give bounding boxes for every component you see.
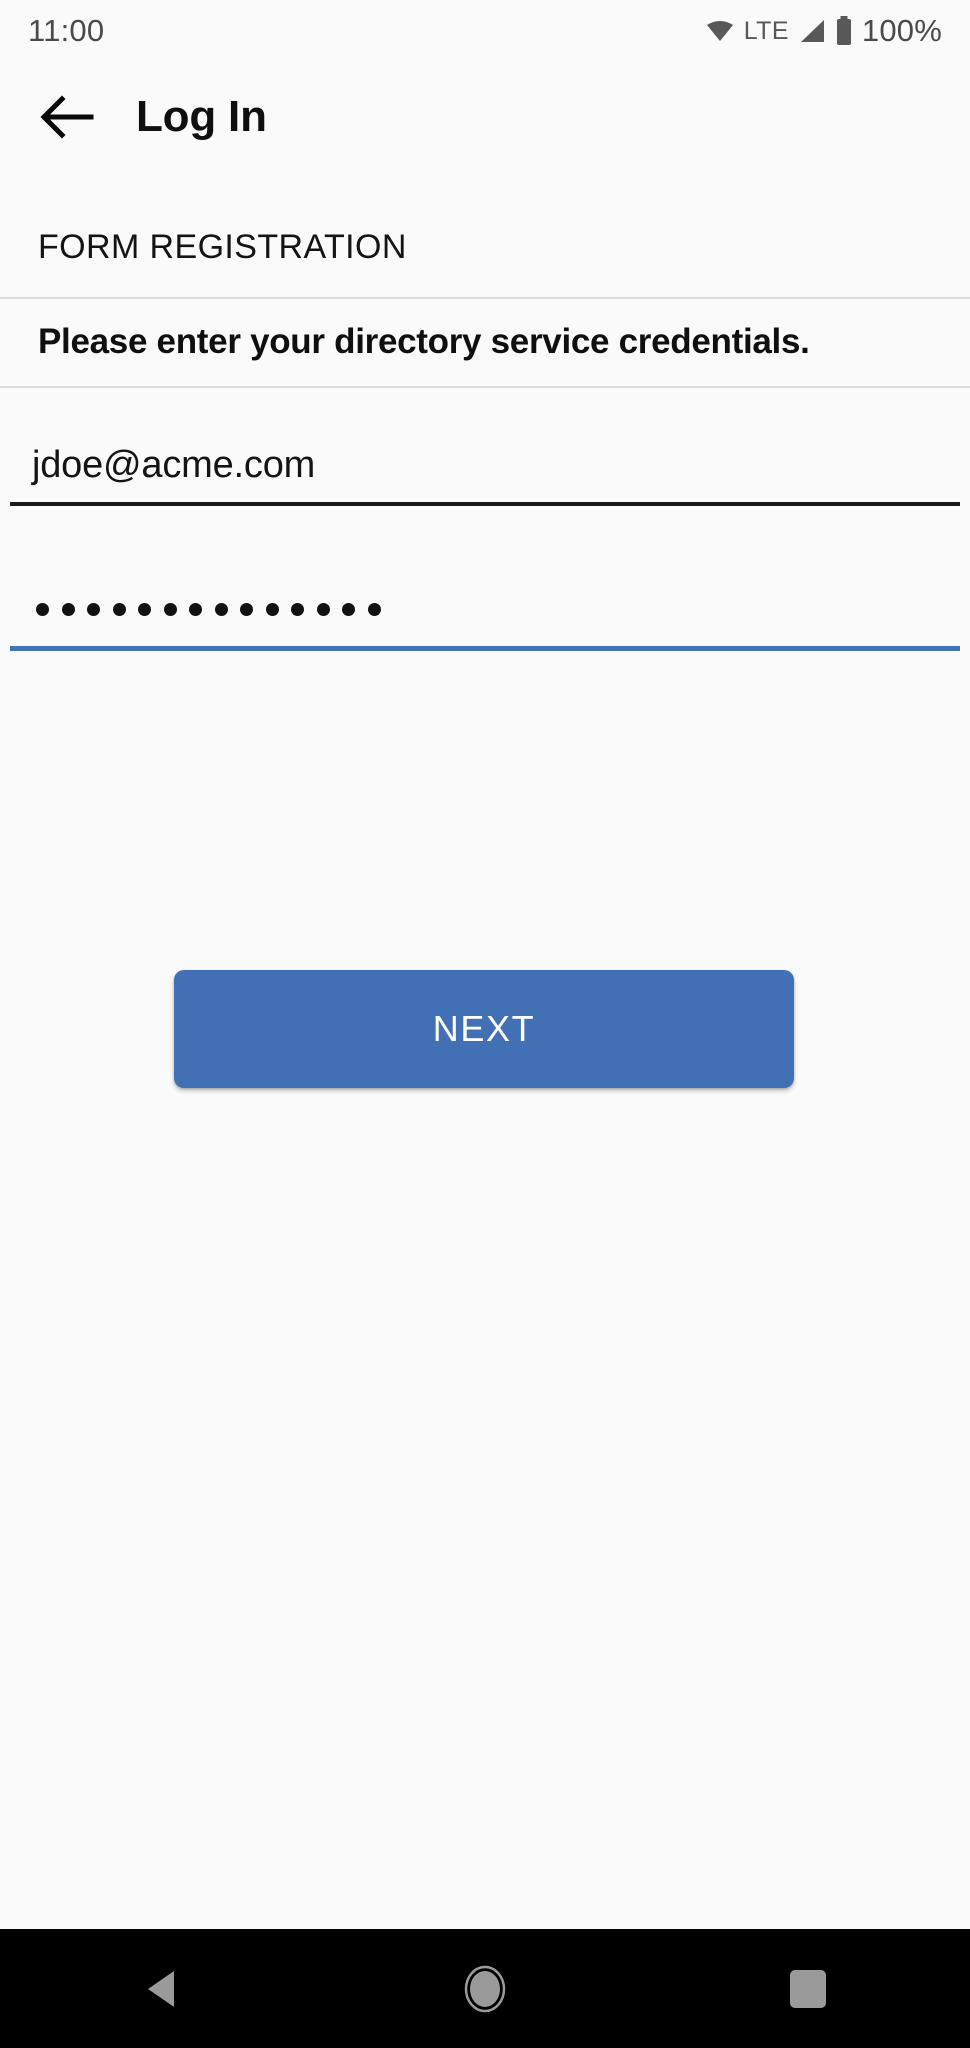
password-dot <box>36 602 49 616</box>
signal-icon <box>798 18 826 44</box>
back-arrow-icon[interactable] <box>30 80 104 154</box>
password-field-underline <box>10 646 960 651</box>
password-dot <box>189 602 202 616</box>
password-dot <box>342 602 355 616</box>
password-dot <box>214 602 228 616</box>
status-indicators: LTE 100% <box>705 13 942 49</box>
password-dot <box>367 602 381 616</box>
form-section-header: FORM REGISTRATION <box>38 228 407 266</box>
password-dot <box>291 602 304 616</box>
password-dot <box>265 602 279 616</box>
wifi-icon <box>705 19 735 43</box>
app-bar: Log In <box>0 62 970 172</box>
nav-back-triangle-icon[interactable] <box>87 1929 237 2048</box>
battery-percent-label: 100% <box>861 13 942 48</box>
password-dot <box>61 602 75 616</box>
password-dot <box>138 602 151 616</box>
phone-screen: 11:00 LTE 100% Log In FORM REGISTRATION … <box>0 0 970 2048</box>
password-field[interactable] <box>10 572 960 651</box>
battery-icon <box>835 16 853 46</box>
password-dot <box>163 602 177 616</box>
nav-recents-square-icon[interactable] <box>733 1929 883 2048</box>
password-dot <box>316 602 330 616</box>
username-field-underline <box>10 502 960 506</box>
password-dot <box>240 602 253 616</box>
android-navigation-bar <box>0 1929 970 2048</box>
password-dot <box>112 602 126 616</box>
nav-recents-square-shape <box>790 1969 827 2008</box>
network-type-label: LTE <box>743 16 789 45</box>
password-input-value[interactable] <box>10 572 960 646</box>
nav-home-circle-icon[interactable] <box>410 1929 560 2048</box>
next-button[interactable]: NEXT <box>174 970 794 1088</box>
status-time: 11:00 <box>28 13 105 48</box>
instruction-text: Please enter your directory service cred… <box>38 322 810 361</box>
username-input-value[interactable]: jdoe@acme.com <box>10 428 960 502</box>
instruction-row: Please enter your directory service cred… <box>0 297 970 388</box>
status-bar: 11:00 LTE 100% <box>0 0 970 62</box>
password-dot <box>87 602 100 616</box>
username-field[interactable]: jdoe@acme.com <box>10 428 960 506</box>
page-title: Log In <box>136 92 267 141</box>
